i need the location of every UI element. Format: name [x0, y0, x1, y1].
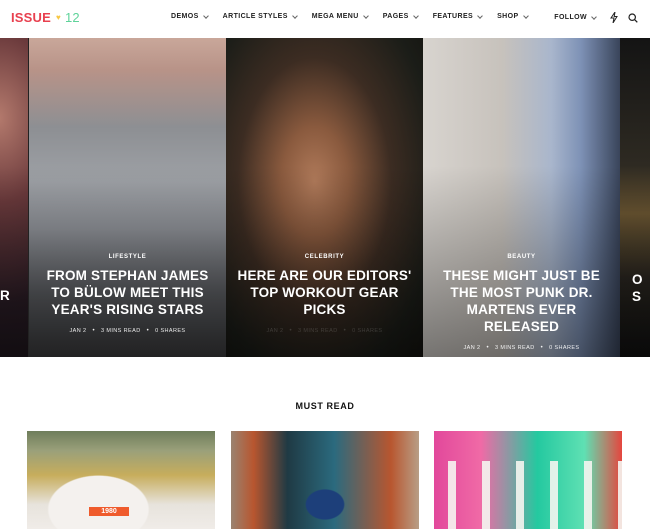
slide-meta: JAN 2 • 3 MINS READ • 0 SHARES: [39, 328, 216, 334]
slide-content: CELEBRITY HERE ARE OUR EDITORS' TOP WORK…: [226, 254, 423, 334]
nav-item-article-styles[interactable]: ARTICLE STYLES: [222, 12, 298, 20]
slide-category[interactable]: LIFESTYLE: [39, 254, 216, 260]
chevron-down-icon: [591, 13, 597, 20]
meta-shares: 0 SHARES: [352, 328, 383, 334]
slide-category[interactable]: CELEBRITY: [236, 254, 413, 260]
slide-title[interactable]: ER: [0, 287, 10, 304]
shirt-graphic: 1980: [89, 507, 129, 516]
meta-separator: •: [343, 328, 347, 334]
slide[interactable]: ER: [0, 38, 28, 357]
nav-label: ARTICLE STYLES: [222, 13, 288, 20]
slide-content: BEAUTY THESE MIGHT JUST BE THE MOST PUNK…: [423, 254, 620, 351]
slide[interactable]: BEAUTY THESE MIGHT JUST BE THE MOST PUNK…: [423, 38, 620, 357]
logo-word: ISSUE: [11, 10, 52, 25]
slide-content: LIFESTYLE FROM STEPHAN JAMES TO BÜLOW ME…: [29, 254, 226, 334]
nav-item-features[interactable]: FEATURES: [432, 12, 483, 20]
follow-menu[interactable]: FOLLOW: [554, 13, 597, 21]
slide-title[interactable]: HERE ARE OUR EDITORS' TOP WORKOUT GEAR P…: [236, 267, 413, 318]
nav-item-pages[interactable]: PAGES: [382, 12, 419, 20]
card-image: [231, 431, 419, 529]
search-icon[interactable]: [628, 12, 638, 23]
chevron-down-icon: [522, 12, 529, 19]
follow-label: FOLLOW: [554, 14, 587, 21]
slide-content: O S: [620, 254, 650, 305]
slide-meta: JAN 2 • 3 MINS READ • 0 SHARES: [433, 345, 610, 351]
meta-date: JAN 2: [69, 328, 87, 334]
slide[interactable]: O S: [620, 38, 650, 357]
nav-item-mega-menu[interactable]: MEGA MENU: [311, 12, 369, 20]
meta-separator: •: [540, 345, 544, 351]
slide-title[interactable]: FROM STEPHAN JAMES TO BÜLOW MEET THIS YE…: [39, 267, 216, 318]
meta-read-time: 3 MINS READ: [298, 328, 338, 334]
nav-item-demos[interactable]: DEMOS: [171, 12, 209, 20]
meta-date: JAN 2: [463, 345, 481, 351]
meta-separator: •: [486, 345, 490, 351]
slide[interactable]: LIFESTYLE FROM STEPHAN JAMES TO BÜLOW ME…: [29, 38, 226, 357]
logo-number: 12: [64, 10, 80, 25]
slide-meta: JAN 2 • 3 MINS READ • 0 SHARES: [236, 328, 413, 334]
slide-content: ER: [0, 254, 28, 304]
must-read-card[interactable]: [231, 431, 419, 529]
meta-separator: •: [146, 328, 150, 334]
nav-label: MEGA MENU: [311, 13, 359, 20]
site-header: ISSUE ♥ 12 DEMOS ARTICLE STYLES MEGA MEN…: [0, 0, 650, 38]
slide-category[interactable]: BEAUTY: [433, 254, 610, 260]
meta-separator: •: [289, 328, 293, 334]
meta-read-time: 3 MINS READ: [101, 328, 141, 334]
must-read-card[interactable]: 1980: [27, 431, 215, 529]
nav-label: DEMOS: [171, 13, 199, 20]
slide[interactable]: CELEBRITY HERE ARE OUR EDITORS' TOP WORK…: [226, 38, 423, 357]
chevron-down-icon: [202, 12, 209, 19]
heart-icon: ♥: [56, 13, 61, 22]
main-nav: DEMOS ARTICLE STYLES MEGA MENU PAGES FEA…: [171, 12, 543, 20]
meta-separator: •: [92, 328, 96, 334]
nav-label: FEATURES: [432, 13, 474, 20]
meta-date: JAN 2: [266, 328, 284, 334]
chevron-down-icon: [477, 12, 483, 19]
slide-title[interactable]: THESE MIGHT JUST BE THE MOST PUNK DR. MA…: [433, 267, 610, 335]
slide-title[interactable]: O S: [632, 271, 646, 305]
header-tools: FOLLOW: [554, 12, 638, 23]
bolt-icon[interactable]: [610, 12, 618, 23]
nav-item-shop[interactable]: SHOP: [497, 12, 529, 20]
meta-shares: 0 SHARES: [155, 328, 186, 334]
site-logo[interactable]: ISSUE ♥ 12: [11, 10, 80, 25]
nav-label: PAGES: [382, 13, 409, 20]
must-read-heading: MUST READ: [295, 401, 355, 411]
must-read-card[interactable]: [434, 431, 622, 529]
chevron-down-icon: [412, 12, 419, 19]
nav-label: SHOP: [497, 13, 519, 20]
featured-slider[interactable]: ER LIFESTYLE FROM STEPHAN JAMES TO BÜLOW…: [0, 38, 650, 357]
meta-read-time: 3 MINS READ: [495, 345, 535, 351]
chevron-down-icon: [362, 12, 369, 19]
meta-shares: 0 SHARES: [549, 345, 580, 351]
chevron-down-icon: [291, 12, 298, 19]
card-image: [434, 461, 622, 529]
